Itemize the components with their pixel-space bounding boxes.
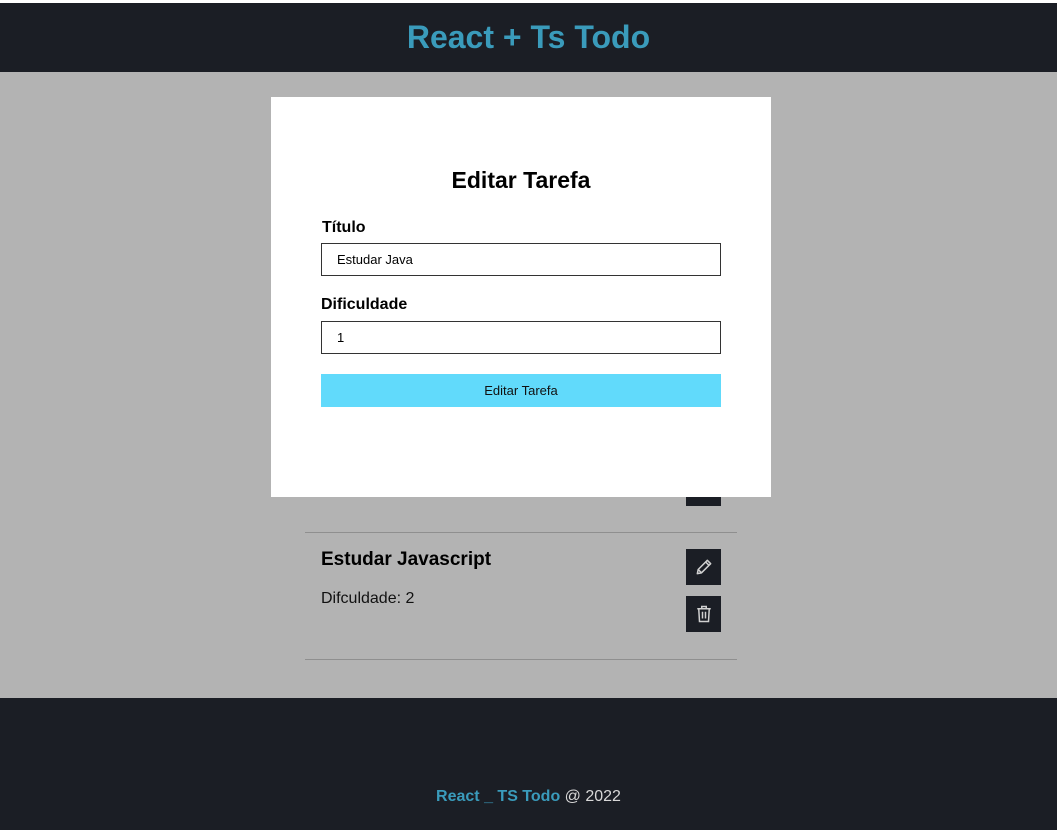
todo-title: Estudar Javascript — [321, 549, 492, 570]
difficulty-input[interactable] — [321, 321, 721, 354]
todo-item: Estudar Javascript Difculdade: 2 — [305, 533, 737, 660]
trash-icon — [696, 605, 711, 623]
app-header: React + Ts Todo — [0, 3, 1057, 72]
title-input[interactable] — [321, 243, 721, 276]
modal-title: Editar Tarefa — [451, 167, 591, 193]
app-title: React + Ts Todo — [406, 19, 651, 55]
edit-button[interactable] — [686, 549, 721, 585]
delete-button[interactable] — [686, 596, 721, 632]
edit-task-submit-button[interactable]: Editar Tarefa — [321, 374, 721, 407]
title-field-label: Título — [322, 219, 366, 236]
pencil-icon — [696, 559, 711, 575]
footer-brand: React _ TS Todo — [436, 788, 561, 805]
footer-text: React _ TS Todo @ 2022 — [0, 788, 1057, 806]
todo-difficulty: Difculdade: 2 — [321, 590, 415, 607]
app-footer: React _ TS Todo @ 2022 — [0, 698, 1057, 830]
edit-task-modal: Editar Tarefa Título Dificuldade Editar … — [271, 97, 771, 497]
footer-year: @ 2022 — [560, 788, 621, 805]
difficulty-field-label: Dificuldade — [321, 296, 408, 313]
